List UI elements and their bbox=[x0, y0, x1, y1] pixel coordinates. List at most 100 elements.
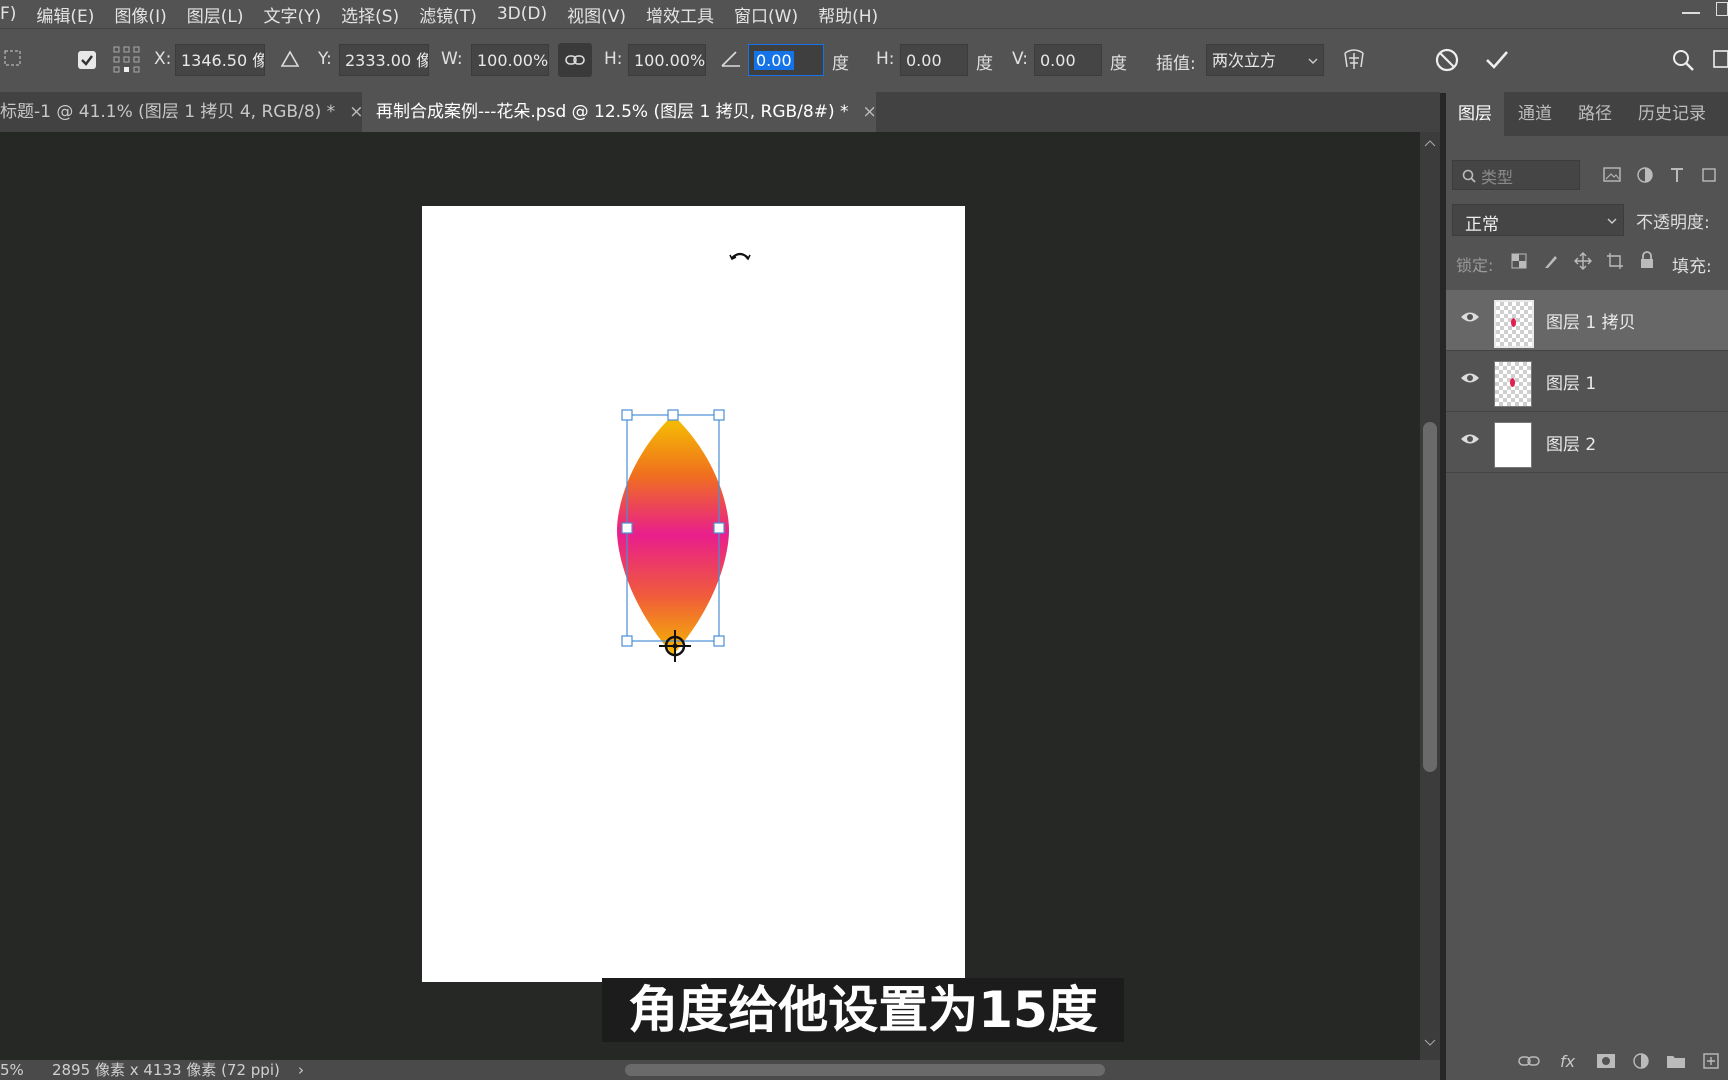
interpolation-select[interactable]: 两次立方 bbox=[1206, 44, 1324, 76]
transform-handle[interactable] bbox=[713, 409, 725, 421]
layer-thumbnail bbox=[1494, 361, 1532, 407]
commit-transform-icon[interactable] bbox=[1484, 47, 1510, 73]
tab-paths[interactable]: 路径 bbox=[1578, 92, 1612, 136]
horizontal-scroll-thumb[interactable] bbox=[625, 1064, 1105, 1076]
degree-unit: 度 bbox=[1110, 54, 1127, 74]
tab-untitled[interactable]: 标题-1 @ 41.1% (图层 1 拷贝 4, RGB/8) * × bbox=[0, 92, 363, 132]
fill-label: 填充: bbox=[1672, 257, 1712, 277]
h-skew-label: H: bbox=[876, 49, 895, 69]
blend-mode-select[interactable]: 正常 bbox=[1452, 204, 1624, 236]
height-field[interactable]: 100.00% bbox=[628, 44, 706, 76]
transform-handle[interactable] bbox=[713, 635, 725, 647]
y-position-field[interactable]: 2333.00 像 bbox=[339, 44, 429, 76]
menu-file[interactable]: F) bbox=[0, 4, 16, 24]
layer-name[interactable]: 图层 2 bbox=[1546, 430, 1596, 455]
new-group-icon[interactable] bbox=[1666, 1052, 1686, 1070]
menu-help[interactable]: 帮助(H) bbox=[818, 2, 878, 27]
layer-row[interactable]: 图层 2 bbox=[1446, 412, 1728, 473]
search-icon[interactable] bbox=[1670, 47, 1696, 73]
eye-icon[interactable] bbox=[1460, 310, 1480, 324]
petal-shape[interactable] bbox=[617, 415, 729, 655]
tab-flower-psd[interactable]: 再制合成案例---花朵.psd @ 12.5% (图层 1 拷贝, RGB/8#… bbox=[362, 92, 877, 132]
search-icon bbox=[1462, 169, 1476, 183]
transform-handle[interactable] bbox=[621, 522, 633, 534]
image-filter-icon[interactable] bbox=[1602, 166, 1622, 184]
canvas-artwork[interactable] bbox=[422, 206, 965, 982]
status-menu-arrow[interactable]: › bbox=[298, 1060, 304, 1080]
chevron-down-icon bbox=[1308, 58, 1318, 64]
tab-history[interactable]: 历史记录 bbox=[1638, 92, 1706, 136]
lock-pixels-icon[interactable] bbox=[1542, 252, 1560, 270]
menu-edit[interactable]: 编辑(E) bbox=[36, 2, 94, 27]
type-filter-icon[interactable] bbox=[1668, 166, 1686, 184]
transform-handle[interactable] bbox=[713, 522, 725, 534]
y-label: Y: bbox=[318, 49, 332, 69]
scroll-thumb[interactable] bbox=[1423, 422, 1437, 772]
v-skew-label: V: bbox=[1012, 49, 1028, 69]
menu-window[interactable]: 窗口(W) bbox=[734, 2, 798, 27]
vertical-scrollbar[interactable] bbox=[1420, 132, 1440, 1060]
menu-plugins[interactable]: 增效工具 bbox=[646, 2, 714, 27]
close-icon[interactable]: × bbox=[863, 102, 877, 122]
scroll-down-icon[interactable] bbox=[1424, 1038, 1436, 1048]
rotation-angle-field[interactable]: 0.00 bbox=[748, 44, 824, 76]
new-layer-icon[interactable] bbox=[1702, 1052, 1720, 1070]
workspace-icon[interactable] bbox=[1712, 47, 1728, 73]
menu-layer[interactable]: 图层(L) bbox=[187, 2, 244, 27]
add-mask-icon[interactable] bbox=[1596, 1052, 1616, 1070]
layer-name[interactable]: 图层 1 bbox=[1546, 369, 1596, 394]
layer-name[interactable]: 图层 1 拷贝 bbox=[1546, 308, 1636, 333]
delta-icon[interactable] bbox=[280, 49, 300, 69]
cancel-transform-icon[interactable] bbox=[1434, 47, 1460, 73]
menu-view[interactable]: 视图(V) bbox=[567, 2, 626, 27]
layer-row[interactable]: 图层 1 bbox=[1446, 351, 1728, 412]
warp-icon[interactable] bbox=[1340, 45, 1368, 73]
menu-select[interactable]: 选择(S) bbox=[341, 2, 399, 27]
tab-label: 再制合成案例---花朵.psd @ 12.5% (图层 1 拷贝, RGB/8#… bbox=[376, 102, 849, 122]
transform-handle[interactable] bbox=[621, 635, 633, 647]
link-icon bbox=[565, 55, 585, 65]
shape-filter-icon[interactable] bbox=[1700, 166, 1718, 184]
width-field[interactable]: 100.00% bbox=[471, 44, 549, 76]
scroll-up-icon[interactable] bbox=[1424, 138, 1436, 148]
adjustment-filter-icon[interactable] bbox=[1636, 166, 1654, 184]
menu-filter[interactable]: 滤镜(T) bbox=[419, 2, 477, 27]
layer-thumbnail-petal bbox=[1511, 318, 1516, 327]
eye-icon[interactable] bbox=[1460, 371, 1480, 385]
lock-transparent-icon[interactable] bbox=[1510, 252, 1528, 270]
minimize-icon[interactable] bbox=[1682, 12, 1700, 14]
canvas-area[interactable] bbox=[0, 132, 1426, 1060]
document-canvas[interactable] bbox=[422, 206, 965, 982]
tab-layers[interactable]: 图层 bbox=[1446, 92, 1504, 136]
transform-tool-icon[interactable] bbox=[2, 47, 24, 69]
menu-image[interactable]: 图像(I) bbox=[114, 2, 166, 27]
interpolation-label: 插值: bbox=[1156, 54, 1196, 74]
transform-handle[interactable] bbox=[667, 409, 679, 421]
panel-tabs: 图层 通道 路径 历史记录 bbox=[1446, 92, 1728, 136]
eye-icon[interactable] bbox=[1460, 432, 1480, 446]
link-button[interactable] bbox=[558, 43, 592, 77]
tab-channels[interactable]: 通道 bbox=[1518, 92, 1552, 136]
link-layers-icon[interactable] bbox=[1518, 1054, 1540, 1068]
menu-3d[interactable]: 3D(D) bbox=[497, 4, 547, 24]
menu-type[interactable]: 文字(Y) bbox=[263, 2, 321, 27]
document-size: 2895 像素 x 4133 像素 (72 ppi) bbox=[52, 1061, 280, 1079]
status-bar: 5% 2895 像素 x 4133 像素 (72 ppi) › bbox=[0, 1060, 1440, 1080]
lock-position-icon[interactable] bbox=[1574, 252, 1592, 270]
layer-row[interactable]: 图层 1 拷贝 bbox=[1446, 290, 1728, 351]
new-adjustment-layer-icon[interactable] bbox=[1632, 1052, 1650, 1070]
v-skew-field[interactable]: 0.00 bbox=[1034, 44, 1102, 76]
layer-filter-search[interactable]: 类型 bbox=[1452, 160, 1580, 190]
fx-icon[interactable]: fx bbox=[1560, 1052, 1575, 1071]
reference-point-grid-icon[interactable] bbox=[112, 45, 142, 75]
x-position-field[interactable]: 1346.50 像 bbox=[175, 44, 265, 76]
h-skew-field[interactable]: 0.00 bbox=[900, 44, 968, 76]
reference-point-checkbox[interactable] bbox=[78, 51, 96, 69]
zoom-level[interactable]: 5% bbox=[0, 1060, 24, 1080]
lock-artboard-icon[interactable] bbox=[1606, 252, 1624, 270]
transform-handle[interactable] bbox=[621, 409, 633, 421]
maximize-icon[interactable] bbox=[1716, 2, 1728, 16]
interpolation-value: 两次立方 bbox=[1212, 51, 1277, 70]
chevron-down-icon bbox=[1607, 218, 1617, 224]
lock-all-icon[interactable] bbox=[1638, 250, 1656, 270]
